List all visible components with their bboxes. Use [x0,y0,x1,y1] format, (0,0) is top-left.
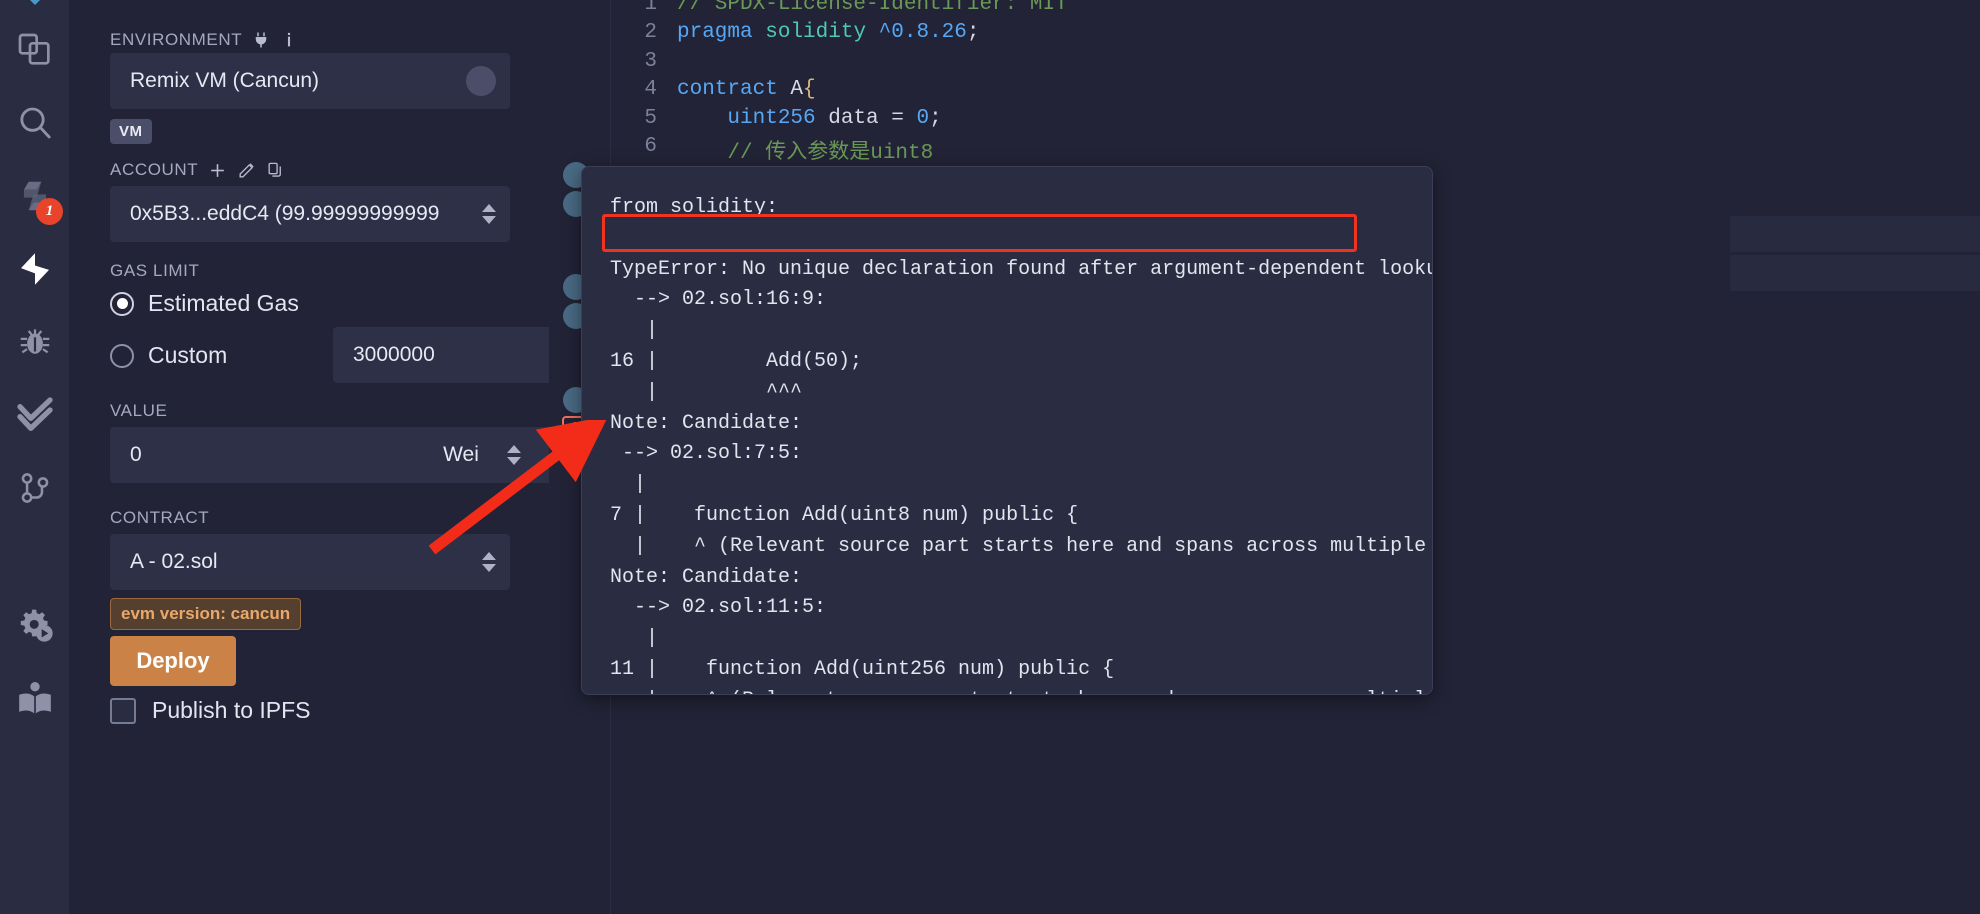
custom-gas-input[interactable]: 3000000 [333,327,578,383]
code-token: // SPDX-License-Identifier: MIT [677,0,1068,16]
code-token: A [777,78,804,101]
code-token: { [803,78,816,101]
code-line: // SPDX-License-Identifier: MIT [677,0,1068,16]
custom-gas-label: Custom [148,342,228,368]
bug-icon [16,323,54,361]
plus-icon[interactable] [208,161,227,180]
code-token: pragma [677,21,753,44]
account-spinner-icon[interactable] [482,204,496,224]
remix-ide-window: 1 ENVIRONMENT Remix VM (Cancun) VM ACCOU… [0,0,1980,914]
search-icon [15,103,55,143]
code-token: contract [677,78,778,101]
line-number: 1 [644,0,657,16]
sidebar-item-settings[interactable] [0,598,69,654]
publish-ipfs-label: Publish to IPFS [152,697,311,723]
code-line: uint256 data = 0; [677,107,942,130]
environment-value: Remix VM (Cancun) [130,69,320,92]
sidebar-item-search[interactable] [0,95,69,151]
sidebar-item-unit-testing[interactable] [0,387,69,443]
value-label: VALUE [110,401,168,420]
account-select[interactable]: 0x5B3...eddC4 (99.99999999999 [110,186,510,242]
plug-icon[interactable] [252,31,270,49]
compiler-error-badge: 1 [36,198,63,225]
code-line: contract A{ [677,78,816,101]
estimated-gas-label: Estimated Gas [148,290,299,316]
settings-gear-icon [15,606,55,646]
gas-limit-label: GAS LIMIT [110,261,200,280]
line-number: 3 [644,50,657,73]
compiler-error-text: from solidity: TypeError: No unique decl… [610,196,1432,694]
account-value: 0x5B3...eddC4 (99.99999999999 [130,202,440,225]
chevron-updown-icon[interactable] [466,66,496,96]
sidebar-item-debugger[interactable] [0,314,69,370]
code-token: ^0.8.26 [878,21,967,44]
account-label: ACCOUNT [110,160,285,180]
environment-select[interactable]: Remix VM (Cancun) [110,53,510,109]
double-check-icon [15,395,55,435]
gas-estimated-radio-row[interactable]: Estimated Gas [110,290,299,317]
sidebar-item-file-explorer[interactable] [0,22,69,78]
editor-highlight-band [1730,216,1980,252]
editor-highlight-band [1730,255,1980,291]
line-number: 5 [644,107,657,130]
sidebar-item-deploy-run[interactable] [0,241,69,297]
code-token: solidity [765,21,867,44]
evm-version-chip: evm version: cancun [110,598,302,630]
estimated-gas-radio[interactable] [110,291,134,316]
sidebar-item-learneth[interactable] [0,671,69,727]
copy-icon[interactable] [266,161,285,180]
code-line: pragma solidity ^0.8.26; [677,21,980,44]
custom-gas-radio[interactable] [110,343,134,368]
code-token: 0 [916,107,930,130]
file-explorer-icon [15,30,55,70]
value-amount-input[interactable]: 0 [110,427,400,483]
line-number: 4 [644,78,657,101]
code-line: // 传入参数是uint8 [677,135,933,165]
gas-custom-radio-row[interactable]: Custom [110,342,227,369]
code-token: uint256 [727,107,816,130]
code-token: // 传入参数是uint8 [677,142,934,165]
line-number: 2 [644,21,657,44]
git-branch-icon [16,469,54,507]
book-reader-icon [15,679,55,719]
code-token: ; [966,21,980,44]
value-amount: 0 [130,443,142,466]
publish-ipfs-row[interactable]: Publish to IPFS [110,697,311,724]
icon-rail: 1 [0,0,69,914]
code-token: data [815,107,892,130]
info-icon[interactable] [280,31,298,49]
sidebar-item-git[interactable] [0,460,69,516]
code-token: = [891,107,917,130]
compiler-error-tooltip: from solidity: TypeError: No unique decl… [581,166,1433,695]
publish-ipfs-checkbox[interactable] [110,697,136,724]
code-token: ; [929,107,942,130]
custom-gas-value: 3000000 [353,343,435,366]
sidebar-item-solidity-compiler[interactable]: 1 [0,168,69,225]
line-number: 6 [644,135,657,158]
deploy-button[interactable]: Deploy [110,636,236,686]
panel-toggle-caret-icon[interactable] [22,0,48,5]
environment-label: ENVIRONMENT [110,30,298,50]
deploy-run-icon [14,248,56,290]
edit-icon[interactable] [237,161,256,180]
vm-chip: VM [110,119,152,144]
annotation-arrow-icon [428,420,609,555]
contract-label: CONTRACT [110,508,210,527]
